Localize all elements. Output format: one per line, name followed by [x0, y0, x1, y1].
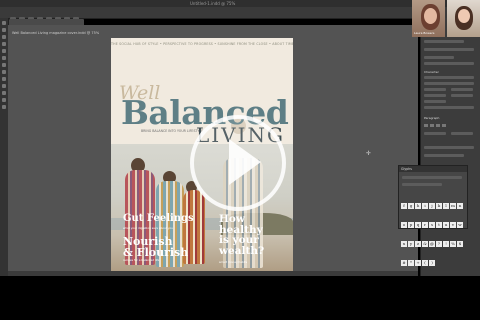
panel-field[interactable]: [424, 106, 474, 109]
glyph-cell[interactable]: +: [415, 260, 421, 266]
line-tool-icon[interactable]: [2, 49, 6, 53]
window-titlebar: Untitled-1.indd @ 75%: [0, 0, 480, 17]
glyph-cell[interactable]: v: [450, 222, 456, 228]
window-title: Untitled-1.indd @ 75%: [190, 1, 236, 6]
glyph-cell[interactable]: s: [429, 222, 435, 228]
panel-field[interactable]: [424, 48, 474, 51]
headline-nourish-sub: recipes for a balanced life: [123, 258, 160, 262]
webcam-person-face: [424, 8, 437, 24]
glyphs-show-field[interactable]: [402, 183, 442, 186]
glyph-cell[interactable]: *: [408, 260, 414, 266]
status-bar: No errors: [8, 271, 418, 287]
scissors-tool-icon[interactable]: [2, 84, 6, 88]
tracking-field[interactable]: [451, 94, 473, 97]
glyph-cell[interactable]: x: [401, 241, 407, 247]
gradient-tool-icon[interactable]: [2, 91, 6, 95]
headline-wealth-sub: smart money habits: [219, 260, 248, 264]
control-bar: [0, 7, 480, 22]
pencil-tool-icon[interactable]: [2, 63, 6, 67]
cover-tagline: BRING BALANCE INTO YOUR LIFESTYLE: [141, 129, 204, 133]
glyph-cell[interactable]: q: [415, 222, 421, 228]
play-icon[interactable]: [229, 139, 261, 185]
pen-tool-icon[interactable]: [2, 56, 6, 60]
rectangle-frame-tool-icon[interactable]: [2, 70, 6, 74]
headline-wealth: How healthy is your wealth?: [219, 214, 264, 256]
glyph-cell[interactable]: i: [422, 203, 428, 209]
headline-nourish-line2: & Flourish: [123, 246, 189, 259]
glyph-cell[interactable]: &: [422, 241, 428, 247]
cursor-icon: ✛: [366, 150, 372, 157]
glyph-cell[interactable]: w: [457, 222, 463, 228]
glyphs-panel[interactable]: Glyphs f g h i j k l m n o p q r s t u v w x y z & @?!% $ # * +(): [398, 165, 468, 266]
headline-wealth-line3: is your: [219, 234, 259, 246]
direct-selection-tool-icon[interactable]: [2, 28, 6, 32]
font-size-field[interactable]: [424, 88, 446, 91]
glyph-cell[interactable]: m: [450, 203, 456, 209]
kerning-field[interactable]: [424, 94, 446, 97]
panel-field[interactable]: [424, 132, 446, 135]
panel-field[interactable]: [424, 146, 474, 149]
glyph-cell[interactable]: !: [443, 241, 449, 247]
glyph-cell[interactable]: g: [408, 203, 414, 209]
page-tool-icon[interactable]: [2, 35, 6, 39]
glyphs-search-field[interactable]: [402, 176, 462, 179]
glyph-cell[interactable]: r: [422, 222, 428, 228]
glyph-cell[interactable]: u: [443, 222, 449, 228]
rectangle-tool-icon[interactable]: [2, 77, 6, 81]
selection-tool-icon[interactable]: [2, 21, 6, 25]
cover-nav-line: THE SOCIAL HUB OF STYLE • PERSPECTIVE TO…: [111, 42, 293, 46]
align-left-icon[interactable]: [424, 124, 428, 127]
video-letterbox: [0, 277, 480, 320]
font-family-field[interactable]: [424, 76, 474, 79]
glyph-cell[interactable]: ): [429, 260, 435, 266]
headline-nourish: Nourish & Flourish: [123, 236, 188, 258]
glyph-cell[interactable]: @: [429, 241, 435, 247]
glyph-cell[interactable]: f: [401, 203, 407, 209]
glyph-cell[interactable]: k: [436, 203, 442, 209]
character-section-label: Character: [424, 70, 439, 74]
glyph-cell[interactable]: t: [436, 222, 442, 228]
glyph-grid[interactable]: f g h i j k l m n o p q r s t u v w x y z & @?!% $ # * +(): [401, 192, 465, 268]
glyph-cell[interactable]: p: [408, 222, 414, 228]
panel-field[interactable]: [451, 132, 473, 135]
glyphs-panel-title: Glyphs: [399, 166, 467, 172]
headline-wealth-line4: wealth?: [219, 244, 265, 257]
font-style-field[interactable]: [424, 82, 474, 85]
align-right-icon[interactable]: [436, 124, 440, 127]
justify-icon[interactable]: [442, 124, 446, 127]
glyph-cell[interactable]: #: [401, 260, 407, 266]
align-center-icon[interactable]: [430, 124, 434, 127]
glyph-cell[interactable]: $: [457, 241, 463, 247]
glyph-cell[interactable]: n: [457, 203, 463, 209]
headline-gut-feelings-sub: what your digestion says about you: [123, 226, 173, 230]
document-tab[interactable]: Well Balanced Living magazine cover.indd…: [9, 19, 99, 35]
glyph-cell[interactable]: (: [422, 260, 428, 266]
glyph-cell[interactable]: z: [415, 241, 421, 247]
panel-field[interactable]: [424, 100, 446, 103]
type-tool-icon[interactable]: [2, 42, 6, 46]
glyph-cell[interactable]: %: [450, 241, 456, 247]
panel-field[interactable]: [424, 154, 464, 157]
panel-field[interactable]: [424, 62, 474, 65]
hand-tool-icon[interactable]: [2, 98, 6, 102]
glyph-cell[interactable]: y: [408, 241, 414, 247]
headline-gut-feelings: Gut Feelings: [123, 213, 194, 224]
panel-field[interactable]: [424, 56, 454, 59]
headline-wealth-line1: How: [219, 213, 245, 225]
panel-field[interactable]: [424, 40, 464, 43]
glyph-cell[interactable]: ?: [436, 241, 442, 247]
glyph-cell[interactable]: l: [443, 203, 449, 209]
glyph-cell[interactable]: j: [429, 203, 435, 209]
document-tab-label: Well Balanced Living magazine cover.indd…: [12, 31, 100, 35]
webcam-name-label: Laura Bowers: [414, 31, 435, 35]
glyph-cell[interactable]: h: [415, 203, 421, 209]
webcam-person-face: [458, 9, 470, 23]
glyph-cell[interactable]: o: [401, 222, 407, 228]
paragraph-section-label: Paragraph: [424, 116, 440, 120]
zoom-tool-icon[interactable]: [2, 105, 6, 109]
leading-field[interactable]: [451, 88, 473, 91]
